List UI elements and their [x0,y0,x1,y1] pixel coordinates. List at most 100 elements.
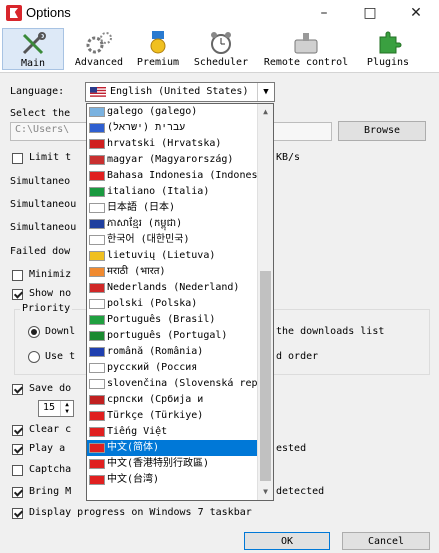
language-option[interactable]: magyar (Magyarország) [87,152,258,168]
tab-advanced-label: Advanced [74,57,124,68]
simultaneous-label-2: Simultaneou [10,199,77,210]
language-option[interactable]: 中文(台湾) [87,472,258,488]
tab-plugins[interactable]: Plugins [360,28,416,70]
tab-advanced[interactable]: Advanced [70,28,128,70]
language-select-value: English (United States) [110,86,249,97]
flag-icon [89,139,105,149]
limit-speed-checkbox[interactable] [12,153,23,164]
language-option[interactable]: मराठी (भारत) [87,264,258,280]
close-button[interactable]: ✕ [393,0,439,26]
limit-speed-label: Limit t [29,152,72,163]
language-option[interactable]: српски (Србија и [87,392,258,408]
stepper-arrows-icon[interactable]: ▲ ▼ [60,401,73,416]
language-option[interactable]: română (România) [87,344,258,360]
language-option-label: 中文(简体) [107,442,160,453]
flag-icon [89,235,105,245]
language-option-label: Türkçe (Türkiye) [107,410,204,421]
language-option-label: magyar (Magyarország) [107,154,234,165]
language-option[interactable]: hrvatski (Hrvatska) [87,136,258,152]
language-option-label: galego (galego) [107,106,198,117]
minimize-checkbox[interactable] [12,270,23,281]
browse-button[interactable]: Browse [338,121,426,141]
remote-icon [291,30,321,56]
flag-icon [89,155,105,165]
language-option[interactable]: 한국어 (대한민국) [87,232,258,248]
tab-remote-control-label: Remote control [263,57,349,68]
play-sound-tail: ested [276,443,307,454]
dropdown-scrollbar[interactable]: ▲ ▼ [257,104,273,500]
language-option-label: Bahasa Indonesia (Indonesia) [107,170,258,181]
flag-icon [89,315,105,325]
window-title: Options [26,5,71,20]
captcha-checkbox[interactable] [12,465,23,476]
taskbar-progress-checkbox[interactable] [12,508,23,519]
language-option[interactable]: lietuvių (Lietuva) [87,248,258,264]
show-notification-checkbox[interactable] [12,289,23,300]
chevron-down-icon[interactable]: ▼ [257,83,274,101]
play-sound-checkbox[interactable] [12,444,23,455]
language-option[interactable]: slovenčina (Slovenská republ [87,376,258,392]
flag-icon [89,187,105,197]
tab-plugins-label: Plugins [366,57,410,68]
language-option[interactable]: Nederlands (Nederland) [87,280,258,296]
language-select[interactable]: English (United States) ▼ [85,82,275,102]
language-option[interactable]: italiano (Italia) [87,184,258,200]
language-option-label: română (România) [107,346,204,357]
wrench-icon [18,31,48,57]
language-option[interactable]: Tiếng Việt [87,424,258,440]
us-flag-icon [90,87,106,97]
flag-icon [89,395,105,405]
scroll-thumb[interactable] [260,271,271,481]
maximize-button[interactable]: □ [347,0,393,26]
flag-icon [89,427,105,437]
priority-radio-added-order[interactable] [28,351,40,363]
cancel-button[interactable]: Cancel [342,532,430,550]
taskbar-progress-label: Display progress on Windows 7 taskbar [29,507,252,518]
save-downloads-label: Save do [29,383,72,394]
save-downloads-checkbox[interactable] [12,384,23,395]
priority-radio-1-tail: the downloads list [276,326,385,337]
scroll-up-icon[interactable]: ▲ [258,104,273,120]
language-option[interactable]: ភាសាខ្មែរ (កម្ពុជា) [87,216,258,232]
language-option[interactable]: 中文(简体) [87,440,258,456]
language-option[interactable]: galego (galego) [87,104,258,120]
captcha-label: Captcha [29,464,72,475]
language-option[interactable]: português (Portugal) [87,328,258,344]
flag-icon [89,107,105,117]
minimize-button[interactable]: – [301,0,347,26]
language-option[interactable]: 中文(香港特别行政區) [87,456,258,472]
language-option-label: 한국어 (대한민국) [107,234,190,245]
language-option[interactable]: עברית (ישראל) [87,120,258,136]
title-bar: Options – □ ✕ [0,0,439,27]
language-option[interactable]: polski (Polska) [87,296,258,312]
language-option-label: 中文(台湾) [107,474,160,485]
language-option[interactable]: 日本語 (日本) [87,200,258,216]
gears-icon [84,30,114,56]
scroll-down-icon[interactable]: ▼ [258,484,273,500]
flag-icon [89,379,105,389]
save-interval-stepper[interactable]: 15 ▲ ▼ [38,400,74,417]
priority-radio-2-label: Use t [45,351,76,362]
language-option[interactable]: Bahasa Indonesia (Indonesia) [87,168,258,184]
language-option-label: ភាសាខ្មែរ (កម្ពុជា) [107,218,183,229]
show-notification-label: Show no [29,288,72,299]
tab-remote-control[interactable]: Remote control [260,28,352,70]
tab-main[interactable]: Main [2,28,64,70]
language-option[interactable]: русский (Россия [87,360,258,376]
priority-radio-downloads-list[interactable] [28,326,40,338]
flag-icon [89,123,105,133]
language-options: galego (galego) עברית (ישראל) hrvatski (Hr… [87,104,258,488]
tab-scheduler[interactable]: Scheduler [190,28,252,70]
tab-premium[interactable]: Premium [132,28,184,70]
clear-completed-checkbox[interactable] [12,425,23,436]
priority-group-title: Priority [20,303,73,314]
flag-icon [89,219,105,229]
bring-to-front-checkbox[interactable] [12,487,23,498]
ok-button[interactable]: OK [244,532,330,550]
app-logo-icon [6,5,22,21]
flag-icon [89,171,105,181]
language-option[interactable]: Türkçe (Türkiye) [87,408,258,424]
limit-speed-unit: KB/s [276,152,301,163]
language-option[interactable]: Português (Brasil) [87,312,258,328]
puzzle-icon [373,30,403,56]
